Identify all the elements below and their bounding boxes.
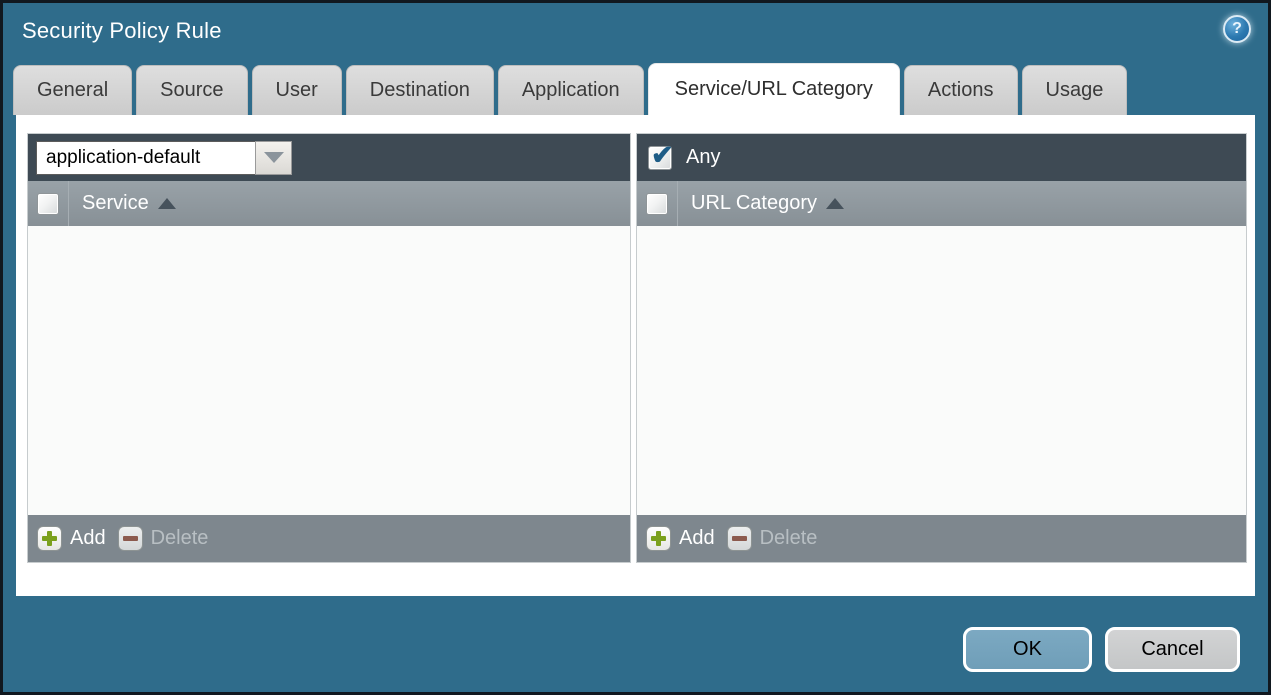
dialog-content: application-default Service Add Delete ✔… — [16, 115, 1255, 596]
service-column-header-row: Service — [28, 181, 630, 226]
service-type-bar: application-default — [28, 134, 630, 181]
dropdown-button[interactable] — [255, 140, 292, 175]
dialog-footer: OK Cancel — [963, 627, 1240, 672]
url-category-panel: Any URL Category Add Delete — [636, 133, 1247, 563]
cancel-button[interactable]: Cancel — [1105, 627, 1240, 672]
tab-user[interactable]: User — [251, 65, 342, 115]
tab-actions[interactable]: Actions — [903, 65, 1018, 115]
tab-application[interactable]: Application — [497, 65, 644, 115]
url-category-column-header[interactable]: URL Category — [691, 192, 817, 215]
url-category-panel-toolbar: Add Delete — [637, 515, 1246, 562]
add-url-category-button[interactable]: Add — [646, 526, 715, 551]
service-type-value[interactable]: application-default — [36, 140, 255, 175]
add-service-button[interactable]: Add — [37, 526, 106, 551]
delete-service-button[interactable]: Delete — [117, 526, 209, 551]
minus-icon — [726, 526, 752, 551]
tab-bar: General Source User Destination Applicat… — [13, 63, 1131, 115]
service-list[interactable] — [28, 226, 630, 515]
tab-usage[interactable]: Usage — [1021, 65, 1128, 115]
any-label: Any — [686, 146, 721, 168]
tab-source[interactable]: Source — [136, 65, 248, 115]
url-category-list[interactable] — [637, 226, 1246, 515]
delete-url-category-label: Delete — [759, 527, 818, 549]
sort-asc-icon — [825, 198, 844, 209]
add-url-category-label: Add — [679, 527, 715, 549]
add-service-label: Add — [70, 527, 106, 549]
plus-icon — [646, 526, 671, 551]
tab-destination[interactable]: Destination — [345, 65, 494, 115]
tab-general[interactable]: General — [13, 65, 133, 115]
any-bar: Any — [637, 134, 1246, 181]
service-panel-toolbar: Add Delete — [28, 515, 630, 562]
chevron-down-icon — [263, 152, 284, 163]
delete-service-label: Delete — [150, 527, 209, 549]
help-icon[interactable]: ? — [1223, 15, 1251, 43]
service-type-dropdown[interactable]: application-default — [36, 140, 292, 175]
service-column-header[interactable]: Service — [82, 192, 149, 215]
ok-button[interactable]: OK — [963, 627, 1092, 672]
delete-url-category-button[interactable]: Delete — [726, 526, 818, 551]
sort-asc-icon — [157, 198, 176, 209]
select-all-url-categories-checkbox[interactable] — [646, 192, 668, 215]
any-checkbox[interactable] — [648, 140, 674, 171]
dialog-title: Security Policy Rule — [22, 18, 222, 43]
select-all-services-checkbox[interactable] — [37, 192, 59, 215]
service-panel: application-default Service Add Delete — [27, 133, 631, 563]
plus-icon — [37, 526, 62, 551]
minus-icon — [117, 526, 143, 551]
tab-service-url-category[interactable]: Service/URL Category — [647, 63, 900, 115]
security-policy-rule-dialog: Security Policy Rule ? General Source Us… — [0, 0, 1271, 695]
url-category-column-header-row: URL Category — [637, 181, 1246, 226]
